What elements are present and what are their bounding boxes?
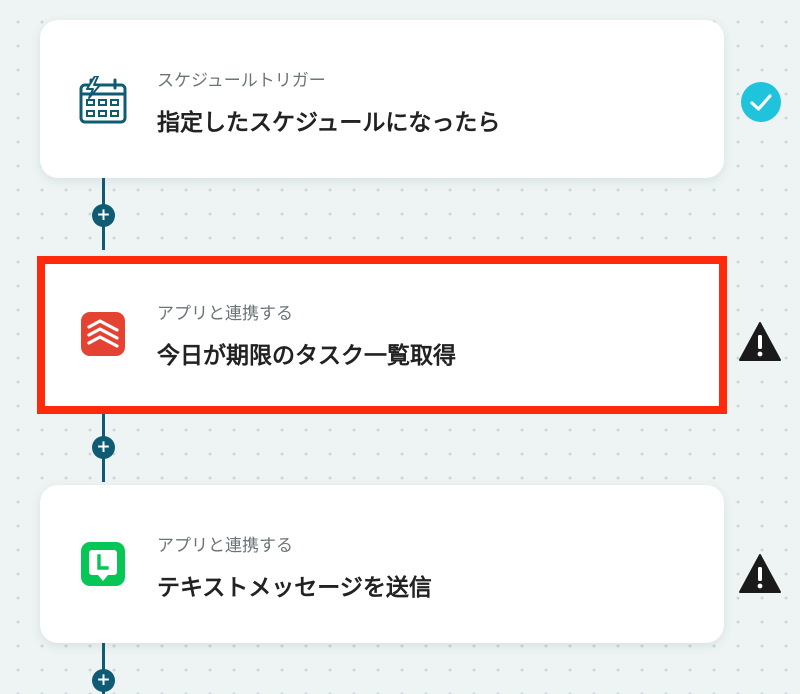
step-subtitle: スケジュールトリガー	[157, 71, 326, 91]
flow-step-card-schedule-trigger[interactable]	[40, 20, 724, 178]
step-title: テキストメッセージを送信	[157, 575, 432, 601]
check-circle-icon	[741, 82, 781, 122]
flow-step-card-line[interactable]	[40, 485, 724, 643]
step-title: 今日が期限のタスク一覧取得	[157, 343, 456, 369]
flow-step-card-todoist[interactable]	[37, 256, 727, 414]
step-subtitle: アプリと連携する	[157, 536, 293, 556]
warning-icon[interactable]	[739, 553, 781, 595]
add-step-button[interactable]: +	[92, 669, 115, 692]
todoist-icon	[81, 312, 125, 356]
step-title: 指定したスケジュールになったら	[157, 110, 501, 136]
step-subtitle: アプリと連携する	[157, 304, 293, 324]
add-step-button[interactable]: +	[92, 204, 115, 227]
warning-icon[interactable]	[739, 321, 781, 363]
calendar-bolt-icon	[79, 76, 127, 124]
line-icon	[81, 542, 125, 586]
add-step-button[interactable]: +	[92, 436, 115, 459]
